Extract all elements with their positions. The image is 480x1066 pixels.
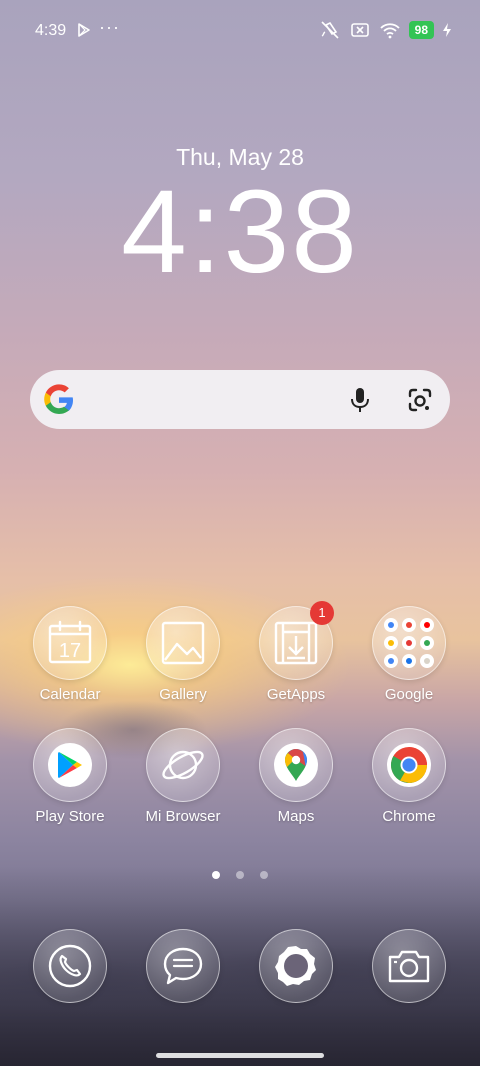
gesture-home-bar[interactable] [156, 1053, 324, 1058]
notification-badge: 1 [310, 601, 334, 625]
status-time: 4:39 [35, 22, 67, 39]
app-label: Play Store [35, 808, 105, 825]
play-store-icon [58, 752, 82, 778]
page-dot-1[interactable] [211, 871, 220, 879]
app-play-store[interactable]: Play Store [15, 728, 125, 825]
youtube-mini-icon [420, 618, 434, 632]
phone-icon [48, 944, 92, 988]
settings-icon [275, 946, 316, 986]
google-logo-icon [44, 384, 73, 414]
calendar-icon: 17 [48, 620, 92, 664]
dock-camera[interactable] [354, 929, 464, 1003]
app-label: GetApps [266, 686, 326, 703]
google-folder-icon [384, 618, 434, 668]
no-sim-icon [350, 23, 369, 37]
photos-mini-icon [384, 654, 398, 668]
app-gallery[interactable]: Gallery [128, 606, 238, 703]
page-dot-3[interactable] [260, 871, 269, 879]
battery-indicator: 98 [408, 21, 434, 39]
messages-bubble [146, 929, 220, 1003]
files-mini-icon [402, 654, 416, 668]
mi-browser-bubble [146, 728, 220, 802]
other-mini-icon [420, 654, 434, 668]
page-indicator[interactable] [0, 866, 480, 884]
gallery-icon [161, 621, 205, 665]
home-screen: 4:39 ··· 98 Thu, May 28 4:38 17 Calendar… [0, 0, 480, 1066]
youtube-music-mini-icon [402, 636, 416, 650]
app-folder-google[interactable]: Google [354, 606, 464, 703]
play-store-bubble [33, 728, 107, 802]
app-mi-browser[interactable]: Mi Browser [128, 728, 238, 825]
microphone-icon[interactable] [348, 386, 372, 414]
wifi-icon [380, 23, 400, 39]
maps-bubble [259, 728, 333, 802]
app-label: Maps [277, 808, 315, 825]
status-bar: 4:39 ··· 98 [0, 0, 480, 62]
meet-mini-icon [420, 636, 434, 650]
gallery-bubble [146, 606, 220, 680]
gmail-mini-icon [402, 618, 416, 632]
chrome-icon [390, 747, 427, 784]
settings-bubble [259, 929, 333, 1003]
more-notifications-indicator: ··· [99, 17, 120, 37]
charging-icon [443, 23, 451, 37]
mi-browser-icon [162, 750, 204, 780]
getapps-bubble: 1 [259, 601, 334, 680]
play-store-notification-icon [78, 23, 90, 37]
camera-icon [388, 950, 430, 983]
google-mini-icon [384, 618, 398, 632]
app-label: Gallery [159, 686, 207, 703]
google-search-bar[interactable] [30, 370, 450, 429]
app-label: Chrome [382, 808, 436, 825]
app-label: Calendar [39, 686, 101, 703]
camera-bubble [372, 929, 446, 1003]
calendar-bubble: 17 [33, 606, 107, 680]
getapps-icon [274, 621, 318, 665]
vibrate-off-icon [321, 21, 339, 39]
clock-widget-time[interactable]: 4:38 [0, 172, 480, 292]
app-chrome[interactable]: Chrome [354, 728, 464, 825]
app-label: Google [384, 686, 434, 703]
google-folder-bubble [372, 606, 446, 680]
app-calendar[interactable]: 17 Calendar [15, 606, 125, 703]
app-getapps[interactable]: 1 GetApps [241, 601, 351, 703]
app-maps[interactable]: Maps [241, 728, 351, 825]
dock-messages[interactable] [128, 929, 238, 1003]
drive-mini-icon [384, 636, 398, 650]
chrome-bubble [372, 728, 446, 802]
google-lens-icon[interactable] [406, 386, 434, 414]
phone-bubble [33, 929, 107, 1003]
maps-icon [285, 749, 307, 781]
page-dot-2[interactable] [236, 871, 244, 879]
dock-settings[interactable] [241, 929, 351, 1003]
app-label: Mi Browser [145, 808, 221, 825]
calendar-day: 17 [59, 640, 81, 662]
messages-icon [163, 947, 203, 985]
dock-phone[interactable] [15, 929, 125, 1003]
